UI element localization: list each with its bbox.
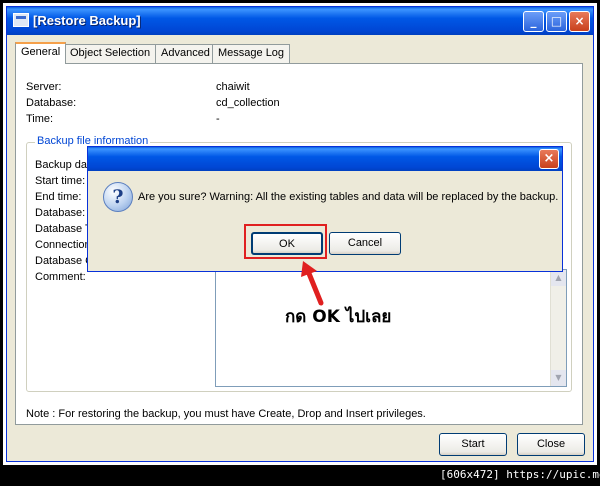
scroll-up-arrow-icon[interactable]: ▲: [551, 270, 566, 286]
scroll-down-arrow-icon[interactable]: ▼: [551, 370, 566, 386]
database-charset-label: Database C: [35, 255, 94, 267]
dialog-titlebar[interactable]: ×: [88, 147, 562, 171]
comment-scrollbar[interactable]: ▲ ▼: [550, 270, 566, 386]
maximize-button[interactable]: □: [546, 11, 567, 32]
end-time-label: End time:: [35, 191, 82, 203]
ok-highlight-box: [244, 224, 327, 259]
time-value: -: [216, 113, 220, 125]
tab-advanced[interactable]: Advanced: [155, 44, 216, 63]
tab-general[interactable]: General: [15, 42, 67, 64]
start-button[interactable]: Start: [439, 433, 507, 456]
database-type-label: Database T: [35, 223, 92, 235]
dialog-message: Are you sure? Warning: All the existing …: [138, 191, 559, 203]
database-value: cd_collection: [216, 97, 280, 109]
comment-label: Comment:: [35, 271, 86, 283]
tab-object-selection[interactable]: Object Selection: [64, 44, 157, 63]
backup-database-label: Database:: [35, 207, 86, 219]
privileges-note: Note : For restoring the backup, you mus…: [26, 408, 426, 420]
minimize-button[interactable]: _: [523, 11, 544, 32]
database-label: Database:: [26, 97, 77, 109]
start-time-label: Start time:: [35, 175, 86, 187]
connection-label: Connection: [35, 239, 91, 251]
window-titlebar[interactable]: [Restore Backup] _ □ ×: [7, 7, 593, 35]
time-label: Time:: [26, 113, 54, 125]
close-window-button[interactable]: ×: [569, 11, 590, 32]
watermark: [606x472] https://upic.me/: [440, 468, 600, 481]
red-arrow-icon: [301, 261, 324, 306]
screenshot-area: [Restore Backup] _ □ × General Object Se…: [3, 3, 597, 465]
app-icon: [13, 13, 29, 27]
annotation-text: กด OK ไปเลย: [285, 307, 392, 327]
close-button[interactable]: Close: [517, 433, 585, 456]
dialog-close-button[interactable]: ×: [539, 149, 559, 169]
question-icon: ?: [103, 182, 133, 212]
cancel-button[interactable]: Cancel: [329, 232, 401, 255]
server-label: Server:: [26, 81, 62, 93]
tab-message-log[interactable]: Message Log: [212, 44, 291, 63]
window-title: [Restore Backup]: [33, 13, 141, 28]
image-frame: [Restore Backup] _ □ × General Object Se…: [0, 0, 600, 486]
server-value: chaiwit: [216, 81, 250, 93]
